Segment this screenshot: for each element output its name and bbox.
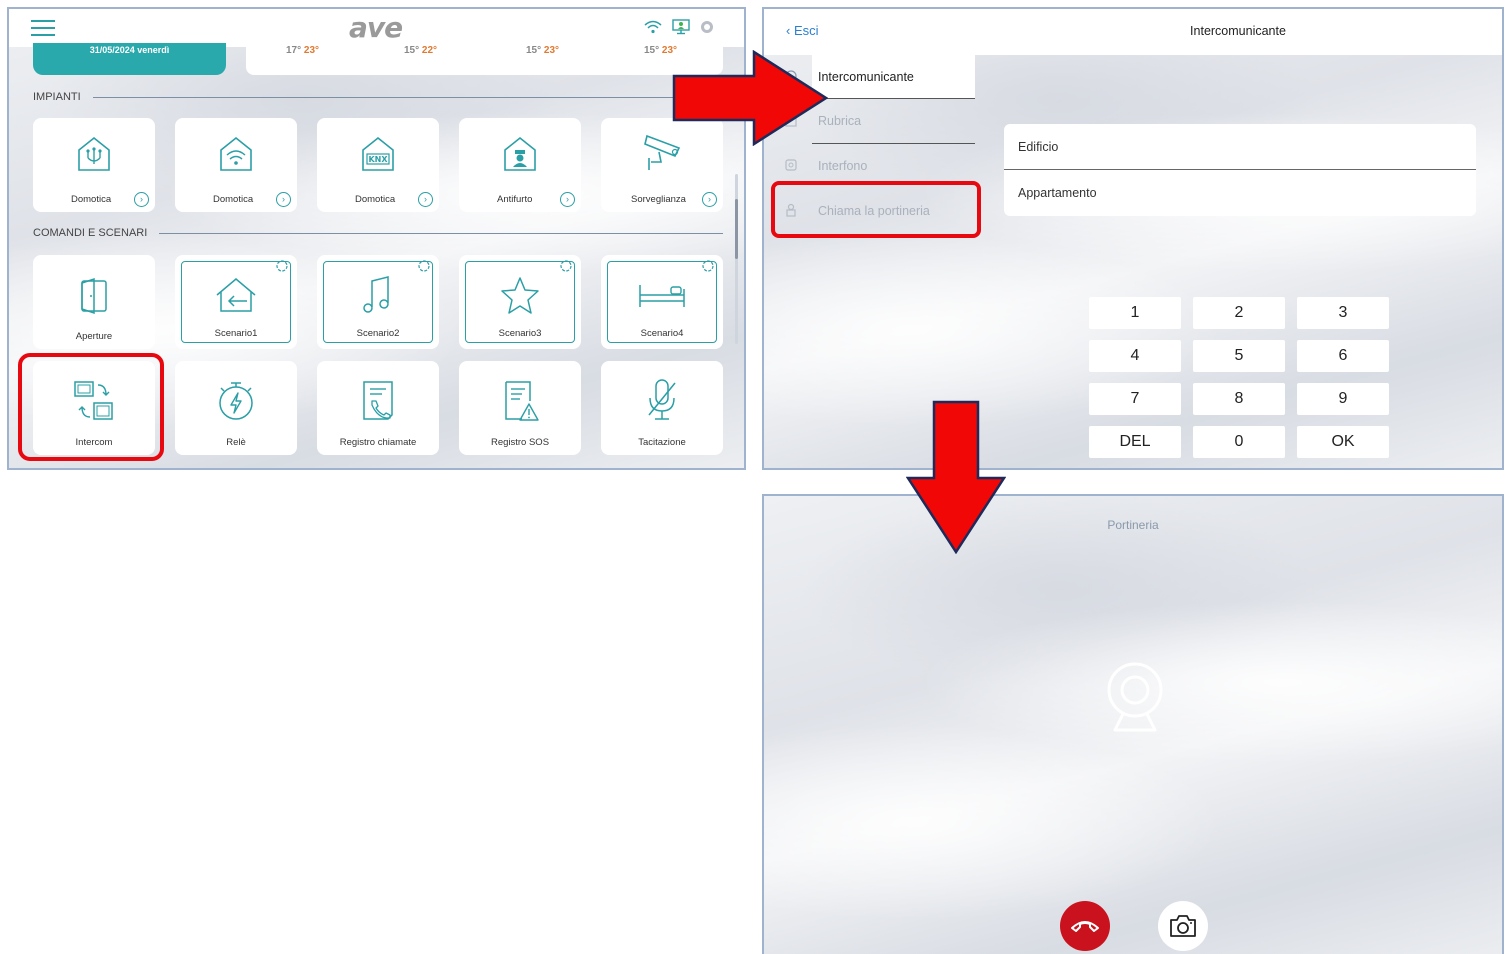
tile-domotica-1[interactable]: Domotica ›: [33, 118, 155, 212]
weather-date-card[interactable]: 31/05/2024 venerdì: [33, 43, 226, 75]
tile-label: Scenario1: [214, 328, 258, 339]
top-bar: ‹ Esci Intercomunicante: [764, 9, 1502, 55]
sos-log-icon: [459, 379, 581, 423]
webcam-icon: [1107, 662, 1163, 732]
tile-scenario2[interactable]: Scenario2: [317, 255, 439, 349]
apartment-field[interactable]: Appartamento: [1004, 170, 1476, 216]
keypad-key-1[interactable]: 1: [1089, 297, 1181, 329]
keypad-key-7[interactable]: 7: [1089, 383, 1181, 415]
section-impianti: IMPIANTI: [33, 91, 81, 103]
keypad-key-9[interactable]: 9: [1297, 383, 1389, 415]
tile-label: Scenario4: [640, 328, 684, 339]
call-title: Portineria: [1107, 518, 1159, 532]
keypad-key-2[interactable]: 2: [1193, 297, 1285, 329]
keypad-key-8[interactable]: 8: [1193, 383, 1285, 415]
section-divider: [93, 97, 723, 98]
keypad-key-ok[interactable]: OK: [1297, 426, 1389, 458]
snapshot-button[interactable]: [1158, 901, 1208, 951]
tile-scenario4[interactable]: Scenario4: [601, 255, 723, 349]
status-icons: [644, 19, 714, 35]
star-icon: [459, 275, 581, 315]
hamburger-menu-icon[interactable]: [31, 20, 55, 36]
home-enter-icon: [175, 275, 297, 315]
highlight-intercom: [18, 353, 164, 461]
wifi-icon: [644, 20, 662, 34]
forecast-day-1: 17° 23°: [286, 45, 320, 56]
call-log-icon: [317, 379, 439, 423]
keypad-key-del[interactable]: DEL: [1089, 426, 1181, 458]
tile-scenario3[interactable]: Scenario3: [459, 255, 581, 349]
home-knx-icon: KNX: [317, 134, 439, 174]
mic-off-icon: [601, 377, 723, 423]
tile-domotica-knx[interactable]: KNX Domotica ›: [317, 118, 439, 212]
chevron-right-icon[interactable]: ›: [702, 192, 717, 207]
highlight-chiama-portineria: [771, 181, 981, 238]
hangup-button[interactable]: [1060, 901, 1110, 951]
tile-antifurto[interactable]: Antifurto ›: [459, 118, 581, 212]
keypad-key-6[interactable]: 6: [1297, 340, 1389, 372]
tile-label: Scenario2: [356, 328, 400, 339]
chevron-right-icon[interactable]: ›: [134, 192, 149, 207]
forecast-day-2: 15° 22°: [404, 45, 438, 56]
call-screen: Portineria: [762, 494, 1504, 954]
home-wifi-icon: [175, 134, 297, 174]
tile-label: Aperture: [75, 331, 113, 342]
intercom-screen: ‹ Esci Intercomunicante Intercomunicante…: [762, 7, 1504, 470]
timer-bolt-icon: [175, 379, 297, 423]
arrow-right-indicator: [672, 50, 828, 146]
menu-item-intercomunicante[interactable]: Intercomunicante: [812, 55, 975, 99]
keypad-key-5[interactable]: 5: [1193, 340, 1285, 372]
chevron-right-icon[interactable]: ›: [418, 192, 433, 207]
tile-tacitazione[interactable]: Tacitazione: [601, 361, 723, 455]
home-guard-icon: [459, 134, 581, 174]
music-note-icon: [317, 273, 439, 317]
chevron-right-icon[interactable]: ›: [560, 192, 575, 207]
arrow-down-indicator: [906, 400, 1006, 554]
scrollbar-thumb[interactable]: [735, 199, 738, 259]
tile-label: Sorveglianza: [631, 194, 686, 205]
tile-aperture[interactable]: Aperture: [33, 255, 155, 349]
forecast-day-3: 15° 23°: [526, 45, 560, 56]
monitor-user-icon: [672, 19, 690, 35]
camera-icon: [1170, 915, 1196, 937]
tile-registro-chiamate[interactable]: Registro chiamate: [317, 361, 439, 455]
tile-label: Scenario3: [498, 328, 542, 339]
svg-text:KNX: KNX: [368, 155, 388, 164]
page-title: Intercomunicante: [1190, 24, 1286, 38]
status-dot-icon: [701, 21, 713, 33]
bed-icon: [601, 281, 723, 311]
brand-logo: ave: [349, 11, 403, 44]
tile-label: Registro SOS: [490, 437, 550, 448]
keypad-key-4[interactable]: 4: [1089, 340, 1181, 372]
menu-item-rubrica[interactable]: Rubrica: [812, 99, 975, 143]
weather-forecast[interactable]: 17° 23° 15° 22° 15° 23° 15° 23°: [246, 43, 723, 75]
building-field[interactable]: Edificio: [1004, 124, 1476, 170]
section-divider: [159, 233, 723, 234]
phone-hangup-icon: [1071, 921, 1099, 932]
home-network-icon: [33, 134, 155, 174]
top-bar: ave: [9, 9, 744, 47]
tile-label: Relè: [226, 437, 246, 448]
tile-rele[interactable]: Relè: [175, 361, 297, 455]
door-icon: [33, 275, 155, 315]
settings-badge-icon[interactable]: [701, 259, 715, 278]
tile-domotica-2[interactable]: Domotica ›: [175, 118, 297, 212]
tile-scenario1[interactable]: Scenario1: [175, 255, 297, 349]
section-comandi: COMANDI E SCENARI: [33, 227, 148, 239]
tile-registro-sos[interactable]: Registro SOS: [459, 361, 581, 455]
keypad-key-0[interactable]: 0: [1193, 426, 1285, 458]
intercom-speaker-icon: [785, 159, 797, 171]
tile-label: Tacitazione: [638, 437, 686, 448]
tile-label: Registro chiamate: [339, 437, 417, 448]
chevron-right-icon[interactable]: ›: [276, 192, 291, 207]
keypad-key-3[interactable]: 3: [1297, 297, 1389, 329]
